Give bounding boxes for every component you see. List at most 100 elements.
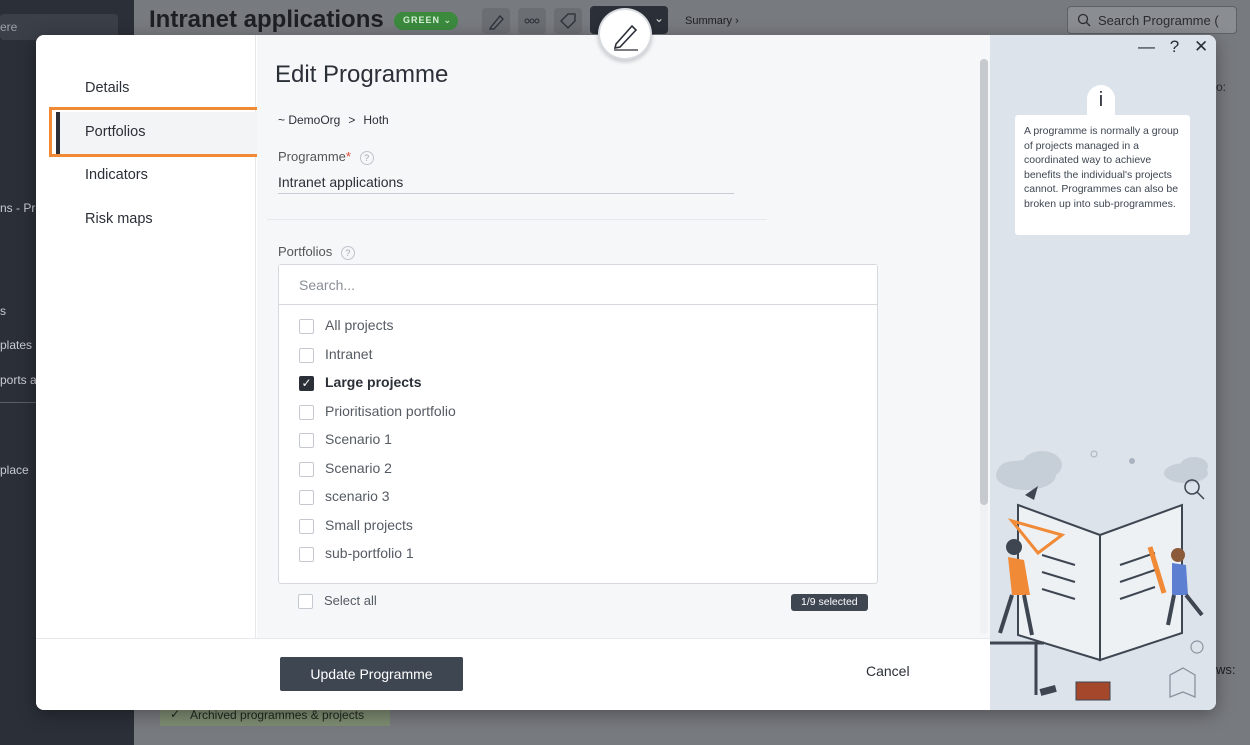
sidebar-item[interactable]: ports a [0, 373, 37, 387]
update-programme-button[interactable]: Update Programme [280, 657, 463, 691]
edit-tool-button[interactable] [482, 8, 510, 34]
close-icon[interactable]: ✕ [1194, 37, 1208, 57]
portfolio-option[interactable]: Prioritisation portfolio [299, 403, 456, 432]
checkbox[interactable] [298, 594, 313, 609]
more-dots-icon [524, 18, 540, 24]
portfolio-option-label: Scenario 1 [325, 431, 392, 447]
checkbox[interactable] [299, 518, 314, 534]
pencil-icon [613, 24, 638, 51]
sidebar-item-label: s [0, 304, 6, 318]
portfolio-option-label: Scenario 2 [325, 459, 392, 476]
checkbox-checked[interactable]: ✓ [299, 376, 314, 391]
pencil-icon [488, 15, 504, 30]
search-icon [1077, 13, 1091, 27]
breadcrumb-root[interactable]: ~ DemoOrg [278, 113, 340, 127]
checkbox[interactable] [299, 404, 314, 420]
nav-item-label: Risk maps [85, 211, 153, 227]
portfolio-option[interactable]: Small projects [299, 517, 456, 546]
sidebar-item-label: place [0, 463, 29, 477]
programme-search-input[interactable]: Search Programme ( [1067, 6, 1237, 34]
sidebar-divider [0, 402, 36, 403]
portfolios-multiselect: All projects Intranet ✓ Large projects Pr… [278, 264, 878, 584]
checkbox[interactable] [299, 547, 314, 562]
portfolio-option[interactable]: sub-portfolio 1 [299, 545, 456, 574]
status-badge[interactable]: GREEN ⌄ [394, 12, 458, 30]
checkbox[interactable] [299, 461, 314, 477]
dialog-footer: Update Programme Cancel [36, 638, 991, 710]
sidebar-item-label: ports a [0, 373, 37, 387]
help-icon[interactable]: ? [359, 150, 374, 165]
tag-tool-button[interactable] [554, 8, 582, 34]
edit-programme-dialog: Details Portfolios Indicators Risk maps … [36, 35, 1216, 710]
cloud-left [996, 451, 1062, 490]
archived-filter-label: Archived programmes & projects [190, 708, 365, 722]
column-header-fragment: o: [1216, 80, 1227, 94]
portfolio-option[interactable]: Scenario 1 [299, 431, 456, 460]
nav-item-portfolios[interactable]: Portfolios [56, 112, 258, 154]
checkbox[interactable] [299, 433, 314, 448]
help-icon[interactable]: ? [1170, 37, 1179, 57]
rows-label-fragment: ws: [1216, 662, 1236, 677]
nav-item-label: Portfolios [85, 124, 146, 140]
chevron-down-icon: ⌄ [654, 11, 665, 25]
window-controls: — ? ✕ [1128, 37, 1208, 57]
select-all-label: Select all [324, 593, 377, 608]
required-marker: * [345, 149, 351, 164]
status-badge-label: GREEN [403, 15, 441, 25]
sidebar-item[interactable]: place [0, 463, 29, 477]
sidebar-item[interactable]: plates [0, 338, 32, 352]
dialog-nav: Details Portfolios Indicators Risk maps [36, 35, 262, 638]
checkbox[interactable] [299, 319, 314, 334]
nav-item-label: Details [85, 80, 130, 96]
nav-item-details[interactable]: Details [56, 68, 258, 110]
programme-search-placeholder: Search Programme ( [1098, 13, 1219, 28]
portfolio-option[interactable]: All projects [299, 317, 456, 346]
cloud-right [1164, 457, 1208, 483]
more-tool-button[interactable] [518, 8, 546, 34]
summary-link[interactable]: Summary › [685, 15, 739, 27]
portfolios-label-text: Portfolios [278, 244, 333, 259]
section-divider [267, 219, 767, 220]
cancel-button[interactable]: Cancel [866, 663, 910, 679]
portfolio-option[interactable]: Scenario 2 [299, 460, 456, 489]
help-icon[interactable]: ? [340, 245, 355, 260]
content-scrollbar-thumb[interactable] [980, 59, 988, 505]
portfolio-option-label: Large projects [325, 374, 422, 390]
sidebar-item-label: plates [0, 338, 33, 352]
checkbox[interactable] [299, 490, 314, 505]
nav-item-label: Indicators [85, 167, 148, 183]
portfolio-option-label: Intranet [325, 345, 373, 362]
portfolios-field-label: Portfolios ? [278, 244, 355, 260]
portfolio-option-label: All projects [325, 317, 394, 333]
edit-mode-indicator [598, 8, 652, 60]
breadcrumb: ~ DemoOrg > Hoth [278, 113, 389, 127]
info-panel: i A programme is normally a group of pro… [990, 35, 1216, 710]
portfolio-option[interactable]: ✓ Large projects [299, 374, 456, 403]
dialog-content: Edit Programme ~ DemoOrg > Hoth Programme*… [257, 35, 991, 638]
checkbox[interactable] [299, 347, 314, 363]
nav-item-indicators[interactable]: Indicators [56, 155, 258, 197]
portfolio-option-label: scenario 3 [325, 488, 390, 504]
sidebar-item[interactable]: s [0, 304, 6, 318]
portfolio-option-label: sub-portfolio 1 [325, 545, 414, 561]
portfolio-option[interactable]: Intranet [299, 346, 456, 375]
info-icon: i [1087, 85, 1115, 117]
portfolio-option[interactable]: scenario 3 [299, 488, 456, 517]
minimize-icon[interactable]: — [1138, 37, 1155, 57]
nav-item-risk-maps[interactable]: Risk maps [56, 199, 258, 241]
sidebar-search-text: ere [0, 20, 18, 34]
portfolio-search-input[interactable] [279, 265, 877, 305]
breadcrumb-current[interactable]: Hoth [363, 113, 388, 127]
dialog-title: Edit Programme [275, 61, 449, 88]
info-description: A programme is normally a group of proje… [1015, 115, 1190, 235]
breadcrumb-separator: > [348, 113, 356, 127]
tag-icon [560, 13, 576, 29]
programme-label-text: Programme [278, 149, 346, 164]
select-all-toggle[interactable]: Select all [298, 593, 377, 609]
app-page-title: Intranet applications [149, 6, 384, 33]
portfolio-option-label: Prioritisation portfolio [325, 402, 456, 419]
chevron-down-icon: ⌄ [443, 15, 453, 25]
selected-count-badge: 1/9 selected [791, 594, 868, 611]
programme-field-label: Programme* ? [278, 149, 374, 165]
programme-name-input[interactable] [278, 170, 734, 194]
